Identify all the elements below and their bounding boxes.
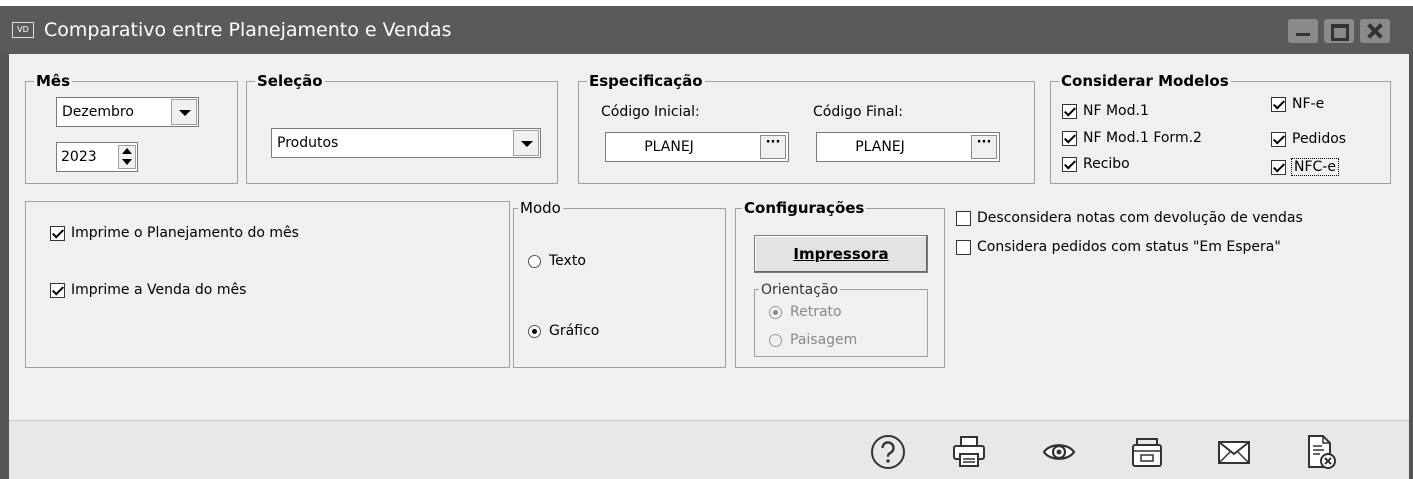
selecao-value: Produtos (277, 135, 339, 151)
config-group: Configurações Impressora Orientação Retr… (735, 199, 945, 368)
chk-imprime-venda[interactable]: Imprime a Venda do mês (50, 282, 246, 298)
selecao-group: Seleção Produtos (246, 72, 558, 184)
printer-button-label: Impressora (793, 245, 889, 263)
codigo-inicial-value: PLANEJ (644, 139, 694, 155)
preview-icon[interactable] (1041, 434, 1077, 470)
chk-nfce-label: NFC-e (1291, 158, 1339, 176)
radio-retrato-label: Retrato (790, 304, 842, 320)
chk-recibo-label: Recibo (1083, 156, 1130, 172)
printer-button[interactable]: Impressora (754, 235, 928, 273)
report-window: VD Comparativo entre Planejamento e Vend… (0, 6, 1413, 479)
radio-selected-icon[interactable] (528, 324, 541, 338)
especificacao-group-title: Especificação (587, 72, 705, 90)
radio-grafico[interactable]: Gráfico (528, 323, 599, 339)
title-bar[interactable]: VD Comparativo entre Planejamento e Vend… (0, 6, 1413, 54)
ellipsis-icon[interactable]: ··· (971, 135, 997, 159)
config-group-title: Configurações (742, 199, 867, 217)
radio-retrato[interactable]: Retrato (769, 304, 842, 320)
orientacao-group: Orientação Retrato Paisagem (754, 281, 928, 357)
help-icon[interactable] (870, 434, 906, 470)
mes-group: Mês Dezembro 2023 (25, 72, 238, 184)
window-title: Comparativo entre Planejamento e Vendas (44, 19, 452, 41)
orientacao-group-title: Orientação (759, 281, 841, 299)
chk-nfe[interactable]: NF-e (1271, 96, 1324, 112)
radio-grafico-label: Gráfico (549, 323, 600, 339)
month-select[interactable]: Dezembro (56, 97, 199, 127)
codigo-inicial-label: Código Inicial: (601, 104, 700, 120)
selecao-select[interactable]: Produtos (271, 128, 541, 158)
radio-paisagem[interactable]: Paisagem (769, 332, 857, 348)
chk-pedidos[interactable]: Pedidos (1271, 131, 1346, 147)
modo-group-title: Modo (518, 199, 563, 217)
checkbox-unchecked-icon[interactable] (956, 210, 971, 226)
radio-selected-icon[interactable] (769, 305, 782, 319)
radio-texto-label: Texto (549, 253, 586, 269)
mes-group-title: Mês (34, 72, 73, 90)
chk-desconsidera-label: Desconsidera notas com devolução de vend… (977, 210, 1303, 226)
chk-nfe-label: NF-e (1292, 96, 1325, 112)
chk-considera-pedidos[interactable]: Considera pedidos com status "Em Espera" (956, 239, 1281, 255)
year-spin-buttons[interactable] (118, 145, 136, 169)
chk-considera-pedidos-label: Considera pedidos com status "Em Espera" (977, 239, 1281, 255)
year-value: 2023 (61, 149, 97, 165)
chevron-down-icon[interactable] (171, 99, 197, 125)
radio-texto[interactable]: Texto (528, 253, 586, 269)
app-icon: VD (12, 22, 34, 38)
footer-toolbar (9, 420, 1409, 479)
maximize-button[interactable] (1324, 19, 1354, 43)
codigo-final-field[interactable]: PLANEJ ··· (816, 132, 1000, 162)
imprime-panel: Imprime o Planejamento do mês Imprime a … (25, 201, 510, 368)
spin-up-icon[interactable] (122, 148, 132, 154)
especificacao-group: Especificação Código Inicial: PLANEJ ···… (578, 72, 1035, 184)
checkbox-checked-icon[interactable] (1271, 131, 1286, 147)
codigo-inicial-field[interactable]: PLANEJ ··· (605, 132, 789, 162)
chk-imprime-venda-label: Imprime a Venda do mês (71, 282, 247, 298)
minimize-button[interactable] (1288, 19, 1318, 43)
modelos-group: Considerar Modelos NF Mod.1 NF Mod.1 For… (1050, 72, 1391, 184)
chk-pedidos-label: Pedidos (1292, 131, 1347, 147)
email-icon[interactable] (1216, 434, 1252, 470)
chk-desconsidera-devolucao[interactable]: Desconsidera notas com devolução de vend… (956, 210, 1303, 226)
spin-down-icon[interactable] (122, 159, 132, 165)
chevron-down-icon[interactable] (513, 130, 539, 156)
chk-nfce[interactable]: NFC-e (1271, 158, 1339, 176)
checkbox-checked-icon[interactable] (1062, 103, 1077, 119)
ellipsis-icon[interactable]: ··· (760, 135, 786, 159)
checkbox-checked-icon[interactable] (1062, 130, 1077, 146)
radio-paisagem-label: Paisagem (790, 332, 858, 348)
close-report-icon[interactable] (1302, 434, 1338, 470)
modelos-group-title: Considerar Modelos (1059, 72, 1231, 90)
chk-imprime-planejamento-label: Imprime o Planejamento do mês (71, 225, 299, 241)
checkbox-unchecked-icon[interactable] (956, 239, 971, 255)
month-value: Dezembro (62, 104, 134, 120)
modo-group: Modo Texto Gráfico (513, 199, 726, 368)
year-stepper[interactable]: 2023 (56, 142, 138, 172)
chk-imprime-planejamento[interactable]: Imprime o Planejamento do mês (50, 225, 299, 241)
codigo-final-value: PLANEJ (855, 139, 905, 155)
chk-nf-mod1-form2-label: NF Mod.1 Form.2 (1083, 130, 1202, 146)
chk-recibo[interactable]: Recibo (1062, 156, 1130, 172)
codigo-final-label: Código Final: (813, 104, 904, 120)
checkbox-checked-icon[interactable] (50, 225, 65, 241)
export-icon[interactable] (1129, 434, 1165, 470)
close-button[interactable] (1360, 19, 1390, 43)
print-icon[interactable] (951, 434, 987, 470)
checkbox-checked-icon[interactable] (50, 282, 65, 298)
selecao-group-title: Seleção (255, 72, 325, 90)
radio-unselected-icon[interactable] (528, 254, 541, 268)
chk-nf-mod1-form2[interactable]: NF Mod.1 Form.2 (1062, 130, 1202, 146)
checkbox-checked-icon[interactable] (1271, 159, 1286, 175)
radio-unselected-icon[interactable] (769, 333, 782, 347)
chk-nf-mod1-label: NF Mod.1 (1083, 103, 1149, 119)
chk-nf-mod1[interactable]: NF Mod.1 (1062, 103, 1149, 119)
checkbox-checked-icon[interactable] (1062, 156, 1077, 172)
checkbox-checked-icon[interactable] (1271, 96, 1286, 112)
